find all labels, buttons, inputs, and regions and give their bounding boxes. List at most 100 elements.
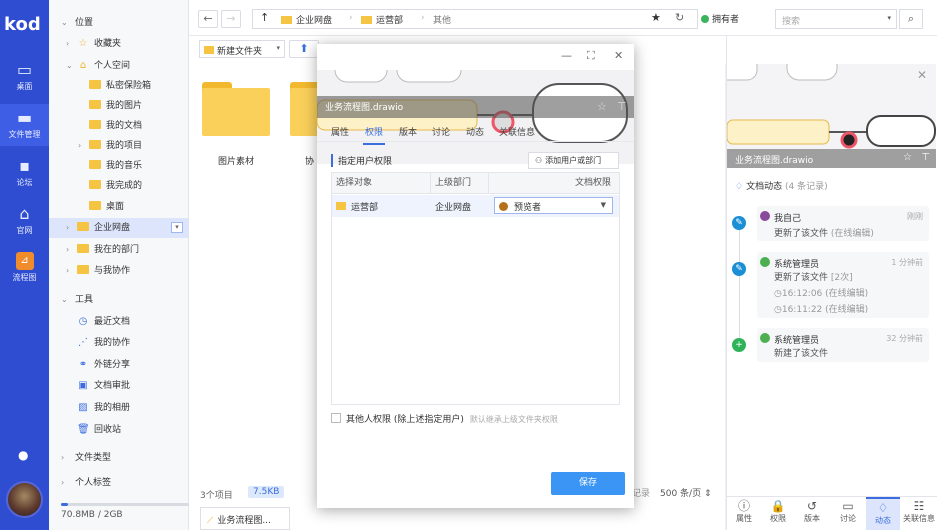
- tab-activity[interactable]: 动态: [466, 125, 484, 138]
- rail-item-desktop[interactable]: ▭ 桌面: [0, 62, 49, 96]
- tree-tool-recycle[interactable]: 🗑 回收站: [49, 420, 189, 440]
- avatar[interactable]: [6, 481, 43, 518]
- home-icon: ⌂: [19, 204, 30, 223]
- row-object-label: 运营部: [351, 203, 379, 213]
- tree-item-my-documents[interactable]: 我的文档: [49, 116, 189, 136]
- tree-item-my-completed[interactable]: 我完成的: [49, 176, 189, 196]
- bell-icon[interactable]: ●: [18, 448, 28, 462]
- activity-note: (在线编辑): [825, 289, 869, 299]
- pin-icon[interactable]: ⊤: [617, 100, 627, 113]
- panel-tab-version[interactable]: ↺ 版本: [795, 497, 829, 530]
- flowchart-icon: ⊿: [15, 252, 34, 270]
- tab-permission[interactable]: 权限: [362, 125, 386, 145]
- tree-tool-collab[interactable]: ⋰ 我的协作: [49, 333, 189, 353]
- tree-item-my-music[interactable]: 我的音乐: [49, 156, 189, 176]
- forward-button[interactable]: →: [221, 10, 241, 28]
- others-permission[interactable]: 其他人权限 (除上述指定用户) 默认继承上级文件夹权限: [331, 412, 558, 425]
- item-count: 3个项目: [200, 491, 233, 501]
- tree-item-my-projects[interactable]: › 我的项目: [49, 136, 189, 156]
- close-icon[interactable]: ✕: [917, 68, 927, 82]
- star-icon[interactable]: ★: [651, 11, 661, 24]
- tab-properties[interactable]: 属性: [331, 125, 349, 138]
- tree-tool-approval[interactable]: ▣ 文档审批: [49, 376, 189, 396]
- clock-icon: ◷: [774, 289, 782, 299]
- panel-tab-activity[interactable]: ♢ 动态: [866, 497, 900, 530]
- star-icon[interactable]: ☆: [597, 100, 607, 113]
- rail-item-files[interactable]: ▬ 文件管理: [0, 104, 49, 146]
- tree-label: 文档审批: [94, 381, 131, 391]
- table-row[interactable]: 运营部 企业网盘 预览者 ▼: [332, 195, 619, 217]
- rail-item-flowchart[interactable]: ⊿ 流程图: [0, 252, 49, 288]
- maximize-icon[interactable]: ⛶: [587, 49, 595, 63]
- up-arrow-icon[interactable]: ↑: [260, 11, 269, 24]
- home-icon: ⌂: [79, 60, 87, 71]
- tree-personal-tags[interactable]: › 个人标签: [49, 473, 189, 493]
- permission-table: 选择对象 上级部门 文档权限 运营部 企业网盘 预览者 ▼: [331, 172, 620, 405]
- tree-item-personal-space[interactable]: ⌄ ⌂ 个人空间: [49, 56, 189, 76]
- tree-label: 个人空间: [94, 61, 131, 71]
- tree-item-favorites[interactable]: › ☆ 收藏夹: [49, 34, 189, 54]
- add-user-button[interactable]: ⚇ 添加用户或部门: [528, 152, 619, 169]
- folder-icon: [89, 100, 101, 109]
- permission-select[interactable]: 预览者 ▼: [494, 197, 613, 214]
- save-button[interactable]: 保存: [551, 472, 625, 495]
- crumb-ops[interactable]: 运营部: [361, 13, 403, 26]
- tree-location-header[interactable]: ⌄ 位置: [49, 13, 189, 33]
- panel-tab-related[interactable]: ☷ 关联信息: [901, 497, 937, 530]
- tree-label: 我完成的: [106, 181, 143, 191]
- tree-tool-recent[interactable]: ◷ 最近文档: [49, 312, 189, 332]
- panel-tab-discussion[interactable]: ▭ 讨论: [831, 497, 865, 530]
- tree-tool-external-share[interactable]: ⚭ 外链分享: [49, 355, 189, 375]
- dialog-thumbnail: 业务流程图.drawio ☆ ⊤: [317, 70, 634, 164]
- tab-discussion[interactable]: 讨论: [432, 125, 450, 138]
- folder-item-collab[interactable]: [290, 82, 318, 136]
- tree-item-enterprise-disk[interactable]: › 企业网盘 ▾: [49, 218, 189, 238]
- activity-user: 系统管理员: [774, 336, 820, 346]
- tab-related[interactable]: 关联信息: [499, 125, 535, 138]
- back-button[interactable]: ←: [198, 10, 218, 28]
- close-icon[interactable]: ✕: [614, 49, 623, 62]
- crumb-label: 运营部: [376, 16, 404, 26]
- tree-tool-album[interactable]: ▨ 我的相册: [49, 398, 189, 418]
- tree-item-collab[interactable]: › 与我协作: [49, 261, 189, 281]
- refresh-icon[interactable]: ↻: [675, 11, 684, 24]
- tab-version[interactable]: 版本: [399, 125, 417, 138]
- rail-item-website[interactable]: ⌂ 官网: [0, 206, 49, 240]
- tree-label: 最近文档: [94, 317, 131, 327]
- crumb-other[interactable]: 其他: [433, 13, 451, 26]
- tree-item-desktop[interactable]: 桌面: [49, 197, 189, 217]
- new-folder-button[interactable]: 新建文件夹 ▾: [199, 40, 285, 58]
- minimize-icon[interactable]: —: [561, 49, 572, 62]
- chevron-down-icon: ▾: [887, 14, 891, 22]
- folder-icon: [77, 265, 89, 274]
- activity-time: 刚刚: [907, 212, 923, 221]
- rail-item-forum[interactable]: ▪ 论坛: [0, 158, 49, 192]
- dropdown-icon[interactable]: ▾: [171, 222, 183, 233]
- tree-tools-header[interactable]: ⌄ 工具: [49, 290, 189, 310]
- tree-item-my-pictures[interactable]: 我的图片: [49, 96, 189, 116]
- taskbar-item[interactable]: ⟋ 业务流程图...: [200, 507, 290, 530]
- tree-item-my-department[interactable]: › 我在的部门: [49, 240, 189, 260]
- upload-button[interactable]: ⬆: [289, 40, 319, 58]
- search-input[interactable]: 搜索 ▾: [775, 9, 897, 29]
- pin-icon[interactable]: ⊤: [921, 152, 930, 163]
- folder-icon: ▬: [16, 108, 33, 127]
- search-button[interactable]: ⌕: [899, 9, 923, 29]
- crumb-enterprise[interactable]: 企业网盘: [281, 13, 332, 26]
- tree-label: 回收站: [94, 425, 122, 435]
- folder-icon: [204, 46, 214, 54]
- drawio-icon: ⟋: [207, 516, 214, 526]
- others-checkbox[interactable]: [331, 413, 341, 423]
- chevron-down-icon: ⌄: [61, 295, 68, 304]
- tree-item-private-vault[interactable]: 私密保险箱: [49, 76, 189, 96]
- activity-time: 32 分钟前: [886, 334, 923, 343]
- chevron-right-icon: ›: [66, 39, 70, 48]
- panel-tab-properties[interactable]: ⓘ 属性: [727, 497, 761, 530]
- per-page-select[interactable]: 500 条/页 ⇕: [660, 486, 712, 499]
- folder-item-images[interactable]: [202, 82, 270, 136]
- star-icon[interactable]: ☆: [903, 152, 912, 163]
- tree-file-types[interactable]: › 文件类型: [49, 448, 189, 468]
- star-icon: ☆: [78, 38, 88, 49]
- panel-tab-permission[interactable]: 🔒 权限: [761, 497, 795, 530]
- folder-icon: [77, 222, 89, 231]
